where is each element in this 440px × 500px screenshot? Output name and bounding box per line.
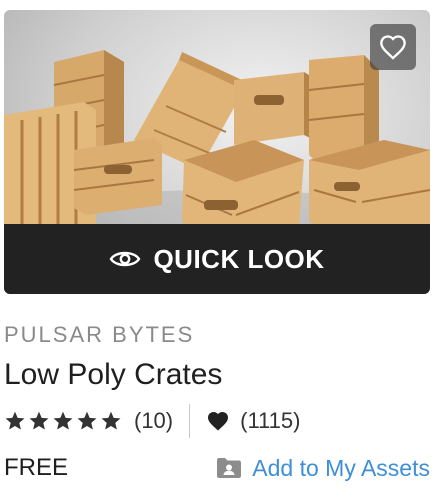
quick-look-label: QUICK LOOK [153, 243, 325, 274]
star-icon [77, 411, 97, 430]
price-row: FREE Add to My Assets [4, 452, 430, 484]
favorite-button[interactable] [370, 24, 416, 70]
eye-icon [110, 251, 141, 267]
favorites-count: (1115) [240, 408, 301, 433]
heart-filled-icon [208, 412, 229, 431]
star-icon [101, 411, 121, 430]
star-icon [5, 411, 25, 430]
asset-title[interactable]: Low Poly Crates [4, 358, 222, 392]
meta-divider [189, 404, 191, 438]
quick-look-button[interactable]: QUICK LOOK [4, 224, 430, 294]
star-icon [53, 411, 73, 430]
rating-count[interactable]: (10) [134, 408, 173, 434]
folder-user-icon [217, 458, 242, 478]
add-to-my-assets-button[interactable]: Add to My Assets [216, 455, 430, 482]
rating-stars [4, 410, 122, 432]
price-label: FREE [4, 454, 69, 481]
asset-thumbnail[interactable]: QUICK LOOK [4, 10, 430, 294]
star-icon [29, 411, 49, 430]
publisher-name[interactable]: PULSAR BYTES [4, 322, 194, 348]
asset-card: QUICK LOOK PULSAR BYTES Low Poly Crates … [0, 0, 440, 500]
heart-outline-icon [380, 35, 406, 60]
rating-row: (10) (1115) [4, 404, 300, 438]
add-to-my-assets-label: Add to My Assets [252, 454, 430, 481]
